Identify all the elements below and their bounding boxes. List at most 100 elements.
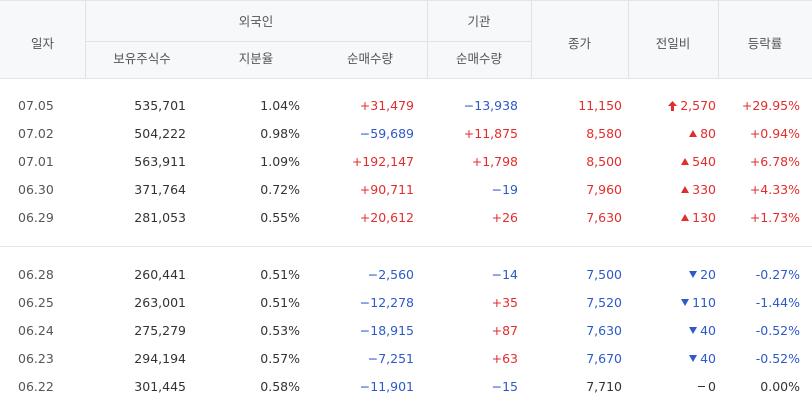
header-divider [427, 1, 428, 79]
header-subdivider [85, 41, 531, 42]
ratio-cell: 0.53% [260, 323, 300, 338]
date-cell: 07.02 [18, 126, 54, 141]
triangle-up-icon [681, 158, 690, 165]
ratio-cell: 0.58% [260, 379, 300, 394]
foreign-net-cell: −2,560 [367, 267, 414, 282]
close-cell: 8,580 [586, 126, 622, 141]
ratio-cell: 1.09% [260, 154, 300, 169]
change-cell: 40 [689, 345, 716, 373]
change-value: 540 [692, 154, 716, 169]
change-cell: 130 [681, 204, 716, 232]
table-row: 06.22 301,445 0.58% −11,901 −15 7,710 0 … [0, 373, 812, 401]
foreign-net-cell: +20,612 [359, 210, 414, 225]
table-row: 07.01 563,911 1.09% +192,147 +1,798 8,50… [0, 148, 812, 176]
holdings-cell: 281,053 [134, 210, 186, 225]
ratio-cell: 0.57% [260, 351, 300, 366]
foreign-net-cell: −59,689 [359, 126, 414, 141]
change-value: 40 [700, 323, 716, 338]
holdings-cell: 504,222 [134, 126, 186, 141]
date-cell: 07.01 [18, 154, 54, 169]
change-value: 0 [708, 379, 716, 394]
inst-net-cell: +11,875 [463, 126, 518, 141]
holdings-cell: 535,701 [134, 98, 186, 113]
change-cell: 540 [681, 148, 716, 176]
change-value: 330 [692, 182, 716, 197]
date-cell: 06.25 [18, 295, 54, 310]
rate-cell: -0.27% [755, 267, 800, 282]
rate-cell: +6.78% [749, 154, 800, 169]
inst-net-cell: −15 [491, 379, 518, 394]
rate-cell: -0.52% [755, 351, 800, 366]
change-value: 80 [700, 126, 716, 141]
inst-net-cell: +35 [491, 295, 518, 310]
change-cell: 40 [689, 317, 716, 345]
change-cell: 2,570 [668, 92, 716, 120]
header-institution: 기관 [467, 14, 491, 29]
close-cell: 11,150 [578, 98, 622, 113]
header-foreign: 외국인 [238, 14, 274, 29]
inst-net-cell: −13,938 [463, 98, 518, 113]
header-divider [628, 1, 629, 79]
rate-cell: -0.52% [755, 323, 800, 338]
table-row: 06.29 281,053 0.55% +20,612 +26 7,630 13… [0, 204, 812, 232]
holdings-cell: 263,001 [134, 295, 186, 310]
ratio-cell: 0.51% [260, 295, 300, 310]
date-cell: 07.05 [18, 98, 54, 113]
triangle-down-icon [689, 271, 698, 278]
rate-cell: -1.44% [755, 295, 800, 310]
close-cell: 7,670 [586, 351, 622, 366]
header-inst-net: 순매수량 [455, 51, 502, 66]
foreign-net-cell: −11,901 [359, 379, 414, 394]
unchanged-dash-icon [698, 385, 706, 388]
triangle-up-icon [689, 130, 698, 137]
foreign-net-cell: −18,915 [359, 323, 414, 338]
header-rate: 등락률 [747, 36, 783, 51]
ratio-cell: 0.72% [260, 182, 300, 197]
close-cell: 7,630 [586, 323, 622, 338]
change-value: 40 [700, 351, 716, 366]
rate-cell: 0.00% [760, 379, 800, 394]
table-row: 06.30 371,764 0.72% +90,711 −19 7,960 33… [0, 176, 812, 204]
upper-limit-arrow-icon [668, 100, 678, 111]
rate-cell: +0.94% [749, 126, 800, 141]
change-cell: 110 [681, 289, 716, 317]
inst-net-cell: −14 [491, 267, 518, 282]
holdings-cell: 563,911 [134, 154, 186, 169]
change-value: 20 [700, 267, 716, 282]
date-cell: 06.30 [18, 182, 54, 197]
change-cell: 0 [698, 373, 716, 401]
inst-net-cell: +63 [491, 351, 518, 366]
foreign-net-cell: −12,278 [359, 295, 414, 310]
header-ratio: 지분율 [238, 51, 274, 66]
date-cell: 06.22 [18, 379, 54, 394]
holdings-cell: 260,441 [134, 267, 186, 282]
inst-net-cell: +87 [491, 323, 518, 338]
date-cell: 06.29 [18, 210, 54, 225]
ratio-cell: 0.55% [260, 210, 300, 225]
date-cell: 06.24 [18, 323, 54, 338]
change-value: 130 [692, 210, 716, 225]
change-cell: 80 [689, 120, 716, 148]
inst-net-cell: +1,798 [471, 154, 518, 169]
rate-cell: +29.95% [741, 98, 800, 113]
header-foreign-net: 순매수량 [346, 51, 393, 66]
foreign-net-cell: +90,711 [359, 182, 414, 197]
inst-net-cell: +26 [491, 210, 518, 225]
change-cell: 330 [681, 176, 716, 204]
change-cell: 20 [689, 261, 716, 289]
foreign-net-cell: +31,479 [359, 98, 414, 113]
header-holdings: 보유주식수 [113, 51, 171, 66]
header-divider [85, 1, 86, 79]
triangle-up-icon [681, 214, 690, 221]
close-cell: 7,710 [586, 379, 622, 394]
close-cell: 8,500 [586, 154, 622, 169]
table-row: 06.23 294,194 0.57% −7,251 +63 7,670 40 … [0, 345, 812, 373]
header-divider [531, 1, 532, 79]
change-value: 2,570 [680, 98, 716, 113]
rate-cell: +1.73% [749, 210, 800, 225]
group-divider [0, 246, 812, 247]
holdings-cell: 294,194 [134, 351, 186, 366]
header-close: 종가 [567, 36, 591, 51]
close-cell: 7,960 [586, 182, 622, 197]
change-value: 110 [692, 295, 716, 310]
